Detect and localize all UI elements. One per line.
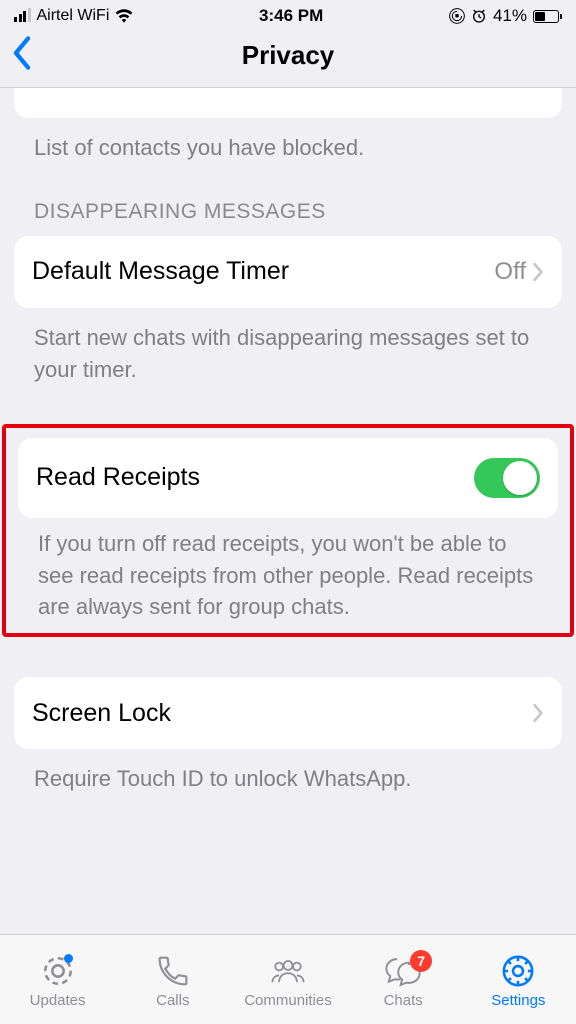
gear-icon (501, 954, 535, 988)
default-message-timer-row[interactable]: Default Message Timer Off (14, 236, 562, 308)
wifi-icon (115, 9, 133, 23)
chats-badge: 7 (410, 950, 432, 972)
timer-value: Off (494, 258, 526, 286)
updates-dot-icon (64, 954, 73, 963)
disappearing-header: Disappearing Messages (34, 200, 562, 224)
orientation-lock-icon (449, 8, 465, 24)
tab-chats[interactable]: 7 Chats (346, 954, 461, 1009)
read-receipts-highlight: Read Receipts If you turn off read recei… (2, 424, 574, 638)
carrier-label: Airtel WiFi (37, 7, 110, 25)
battery-pct-label: 41% (493, 6, 527, 26)
chevron-right-icon (532, 703, 544, 723)
tab-label: Updates (30, 992, 86, 1009)
nav-header: Privacy (0, 26, 576, 88)
blocked-contacts-row[interactable] (14, 88, 562, 118)
battery-icon (533, 10, 562, 23)
tab-settings[interactable]: Settings (461, 954, 576, 1009)
blocked-footer: List of contacts you have blocked. (34, 132, 546, 164)
screen-lock-row[interactable]: Screen Lock (14, 677, 562, 749)
read-receipts-label: Read Receipts (36, 463, 200, 492)
back-button[interactable] (10, 36, 34, 75)
screen-lock-label: Screen Lock (32, 699, 171, 728)
status-bar: Airtel WiFi 3:46 PM 41% (0, 0, 576, 26)
cellular-signal-icon (14, 10, 31, 22)
tab-updates[interactable]: Updates (0, 954, 115, 1009)
tab-label: Chats (384, 992, 423, 1009)
tab-label: Communities (244, 992, 332, 1009)
alarm-icon (471, 8, 487, 24)
communities-icon (268, 956, 308, 986)
tab-label: Calls (156, 992, 189, 1009)
disappearing-footer: Start new chats with disappearing messag… (34, 322, 546, 386)
phone-icon (157, 955, 189, 987)
chevron-left-icon (10, 36, 34, 70)
read-receipts-toggle[interactable] (474, 458, 540, 498)
chevron-right-icon (532, 262, 544, 282)
tab-label: Settings (491, 992, 545, 1009)
timer-label: Default Message Timer (32, 257, 289, 286)
page-title: Privacy (242, 40, 335, 70)
read-receipts-row: Read Receipts (18, 438, 558, 518)
tab-bar: Updates Calls Communities 7 Chats Settin… (0, 934, 576, 1024)
tab-communities[interactable]: Communities (230, 954, 345, 1009)
clock-label: 3:46 PM (259, 6, 323, 26)
tab-calls[interactable]: Calls (115, 954, 230, 1009)
read-receipts-footer: If you turn off read receipts, you won't… (38, 528, 542, 624)
screen-lock-footer: Require Touch ID to unlock WhatsApp. (34, 763, 546, 795)
